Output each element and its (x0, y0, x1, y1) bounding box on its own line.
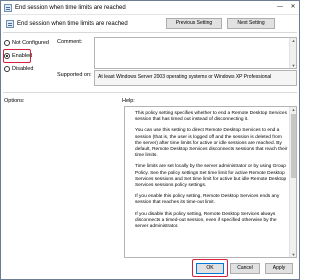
divider (3, 32, 297, 33)
options-label: Options: (4, 98, 25, 104)
help-paragraph: You can use this setting to direct Remot… (135, 128, 288, 159)
policy-settings-icon (6, 20, 14, 28)
scroll-up-icon[interactable]: ▲ (291, 38, 296, 43)
help-scrollbar[interactable]: ▲ ▼ (289, 107, 296, 257)
supported-on-label: Supported on: (57, 72, 92, 78)
previous-setting-button[interactable]: Previous Setting (166, 18, 222, 29)
divider (3, 92, 297, 93)
window-title: End session when time limits are reached (15, 5, 126, 11)
radio-button[interactable] (4, 40, 10, 46)
comment-label: Comment: (57, 39, 83, 45)
help-paragraph: If you disable this policy setting, Remo… (135, 211, 277, 230)
close-icon[interactable]: ✕ (287, 2, 299, 13)
help-label: Help: (122, 98, 135, 104)
policy-setting-dialog: End session when time limits are reached… (0, 0, 300, 280)
radio-label: Disabled (12, 66, 34, 72)
cancel-button[interactable]: Cancel (230, 263, 260, 274)
scroll-down-icon[interactable]: ▼ (291, 63, 296, 68)
radio-label: Not Configured (12, 40, 49, 46)
scroll-down-icon[interactable]: ▼ (291, 252, 296, 257)
radio-button[interactable] (4, 66, 10, 72)
help-paragraph: Time limits are set locally by the serve… (135, 164, 287, 189)
supported-on-field: At least Windows Server 2003 operating s… (94, 70, 297, 86)
title-bar[interactable]: End session when time limits are reached… (1, 1, 299, 15)
help-pane[interactable]: This policy setting specifies whether to… (124, 106, 297, 258)
next-setting-button[interactable]: Next Setting (227, 18, 275, 29)
scrollbar-thumb[interactable] (291, 114, 296, 178)
scroll-up-icon[interactable]: ▲ (291, 107, 296, 112)
comment-scrollbar[interactable]: ▲ ▼ (289, 38, 296, 68)
enabled-highlight-box (3, 49, 31, 63)
supported-on-value: At least Windows Server 2003 operating s… (98, 74, 272, 80)
help-paragraph: If you enable this policy setting, Remot… (135, 194, 280, 206)
comment-textarea[interactable]: ▲ ▼ (94, 37, 297, 69)
policy-settings-icon (4, 4, 12, 12)
help-text: This policy setting specifies whether to… (135, 111, 289, 235)
ok-button[interactable]: OK (196, 263, 224, 274)
help-paragraph: This policy setting specifies whether to… (135, 111, 287, 123)
policy-title: End session when time limits are reached (17, 21, 128, 27)
apply-button[interactable]: Apply (265, 263, 293, 274)
minimize-icon[interactable]: — (274, 2, 286, 13)
